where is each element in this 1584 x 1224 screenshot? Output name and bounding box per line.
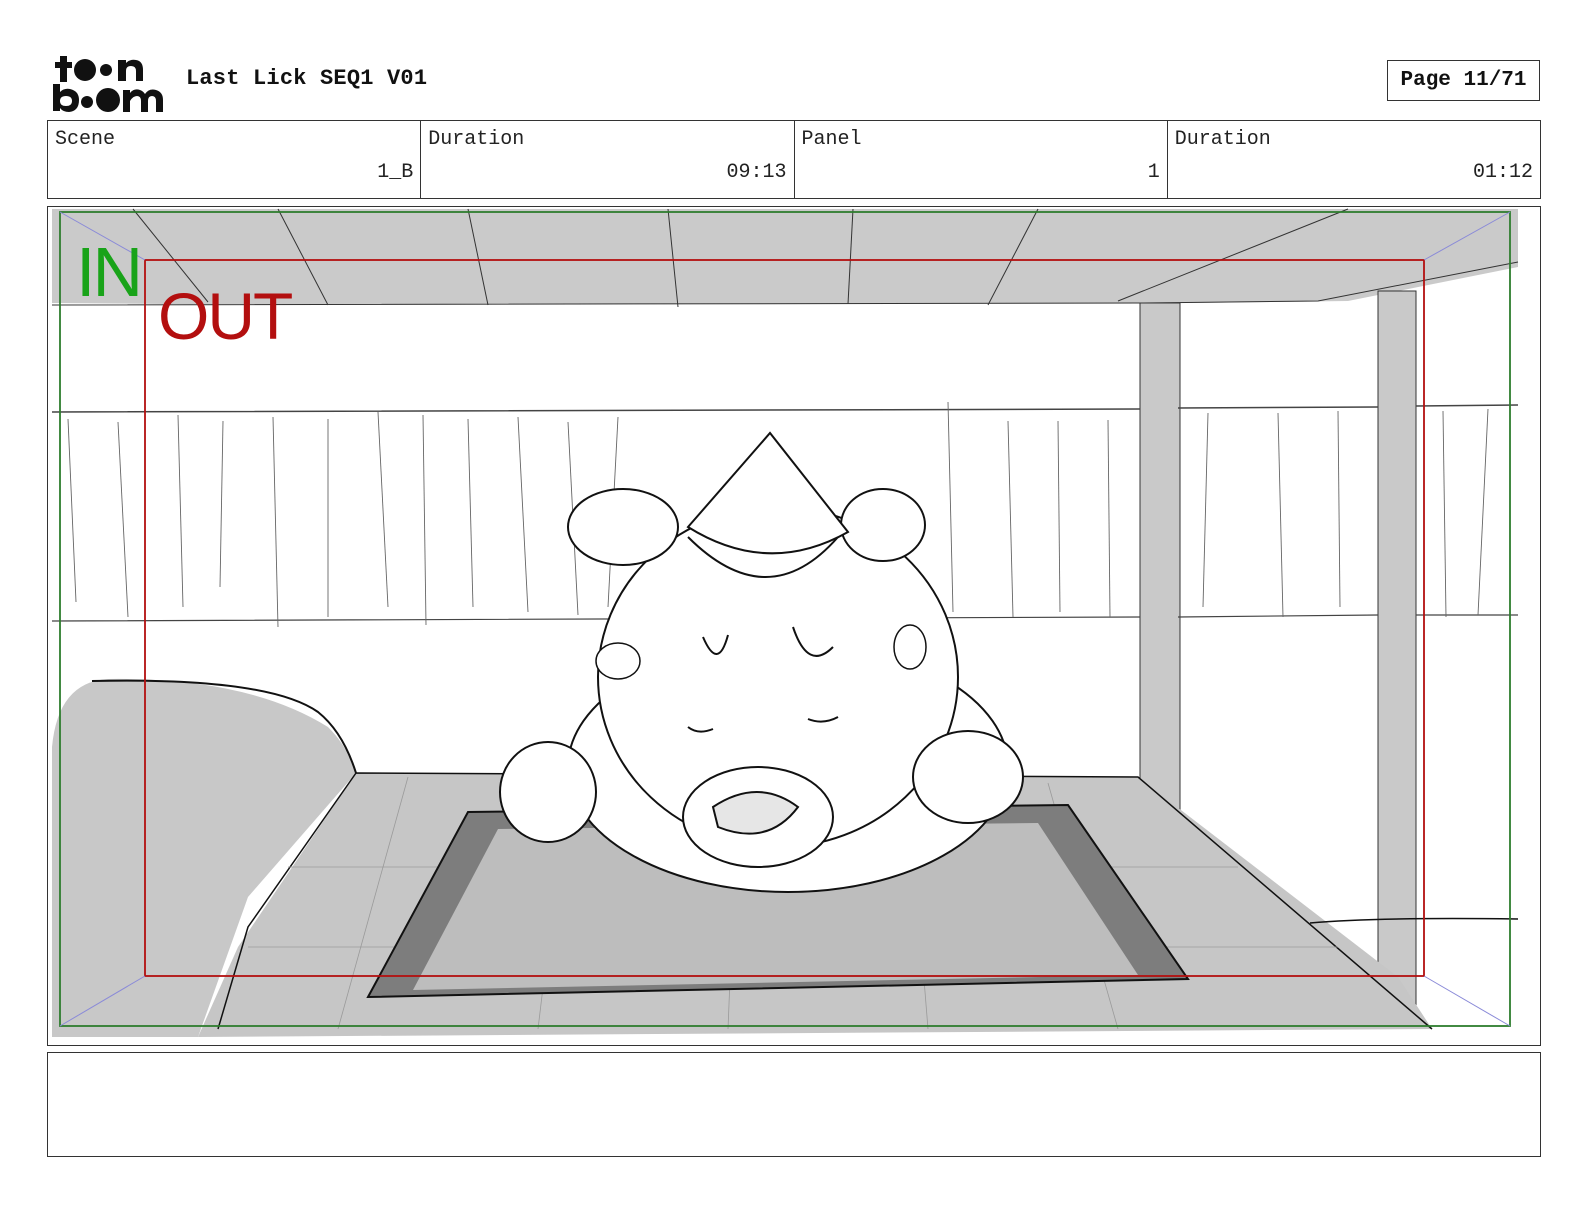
panel-duration-value: 01:12 (1472, 161, 1533, 184)
character-hat (686, 431, 850, 555)
toon-boom-logo (50, 50, 166, 114)
scene-label: Scene (55, 128, 116, 151)
project-title: Last Lick SEQ1 V01 (186, 66, 428, 91)
storyboard-panel: IN OUT (47, 206, 1541, 1046)
panel-info-bar: Scene 1_B Duration 09:13 Panel 1 Duratio… (47, 120, 1541, 199)
scene-duration-value: 09:13 (726, 161, 787, 184)
character-ear-left (567, 488, 679, 566)
in-frame-label: IN (76, 233, 143, 311)
panel-duration-cell: Duration 01:12 (1168, 121, 1540, 198)
out-frame-label: OUT (158, 279, 293, 353)
character-paw-right (912, 730, 1024, 824)
scene-duration-label: Duration (428, 128, 525, 151)
fence-top-rail (51, 404, 1519, 413)
character-cheek-right (893, 624, 927, 670)
character-paw-left (499, 741, 597, 843)
scene-duration-cell: Duration 09:13 (421, 121, 795, 198)
toon-boom-logo-graphic (53, 56, 163, 112)
panel-value: 1 (1147, 161, 1160, 184)
panel-duration-label: Duration (1174, 128, 1271, 151)
post-right (1377, 290, 1417, 1012)
panel-cell: Panel 1 (795, 121, 1168, 198)
panel-notes-box (47, 1052, 1541, 1157)
character-ear-right (840, 488, 926, 562)
character-cheek-left (595, 642, 641, 680)
page-number: Page 11/71 (1387, 60, 1540, 101)
panel-label: Panel (801, 128, 862, 151)
scene-cell: Scene 1_B (48, 121, 422, 198)
scene-value: 1_B (377, 161, 414, 184)
